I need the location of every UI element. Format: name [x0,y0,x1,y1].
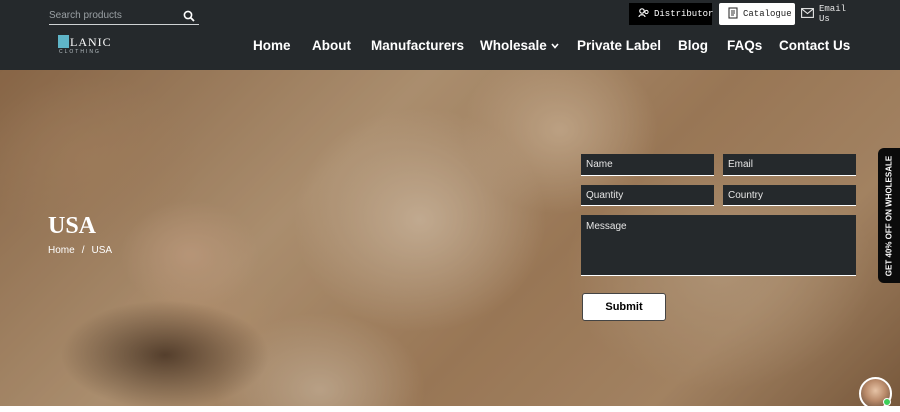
search-icon[interactable] [183,9,195,22]
page-title: USA [48,213,97,239]
catalogue-icon [728,6,738,22]
message-field[interactable] [581,215,856,276]
site-logo[interactable]: LANIC CLOTHING [58,33,118,57]
search-input[interactable] [49,7,179,24]
distributor-icon [638,7,649,21]
country-field[interactable] [723,185,856,206]
catalogue-label: Catalogue [743,9,792,19]
catalogue-button[interactable]: Catalogue [719,3,795,25]
nav-about[interactable]: About [312,38,351,53]
page-bottom-strip [0,406,900,412]
breadcrumb-current: USA [91,245,113,256]
submit-button[interactable]: Submit [582,293,666,321]
mail-icon [801,7,814,21]
email-us-label: Email Us [819,4,847,24]
nav-manufacturers[interactable]: Manufacturers [371,38,464,53]
logo-mark [58,35,69,48]
nav-home[interactable]: Home [253,38,291,53]
wholesale-offer-tab[interactable]: GET 40% OFF ON WHOLESALE [878,148,900,283]
nav-wholesale-label: Wholesale [480,38,547,53]
nav-blog[interactable]: Blog [678,38,708,53]
breadcrumb-home[interactable]: Home [48,245,75,256]
nav-faqs[interactable]: FAQs [727,38,762,53]
nav-private-label[interactable]: Private Label [577,38,661,53]
name-field[interactable] [581,154,714,176]
nav-wholesale[interactable]: Wholesale [480,38,559,53]
chevron-down-icon [551,43,559,50]
breadcrumb-separator: / [81,245,85,256]
site-header: LANIC CLOTHING Distributor Catalogue Ema… [0,0,900,70]
logo-name: LANIC [70,35,112,49]
nav-contact-us[interactable]: Contact Us [779,38,850,53]
distributor-label: Distributor [654,9,714,19]
search-bar [49,7,199,25]
email-us-button[interactable]: Email Us [801,3,861,25]
email-field[interactable] [723,154,856,176]
quantity-field[interactable] [581,185,714,206]
wholesale-offer-label: GET 40% OFF ON WHOLESALE [884,155,894,276]
breadcrumb: Home / USA [48,245,112,256]
distributor-button[interactable]: Distributor [629,3,714,25]
logo-subtitle: CLOTHING [59,49,101,55]
online-status-dot [883,398,891,406]
